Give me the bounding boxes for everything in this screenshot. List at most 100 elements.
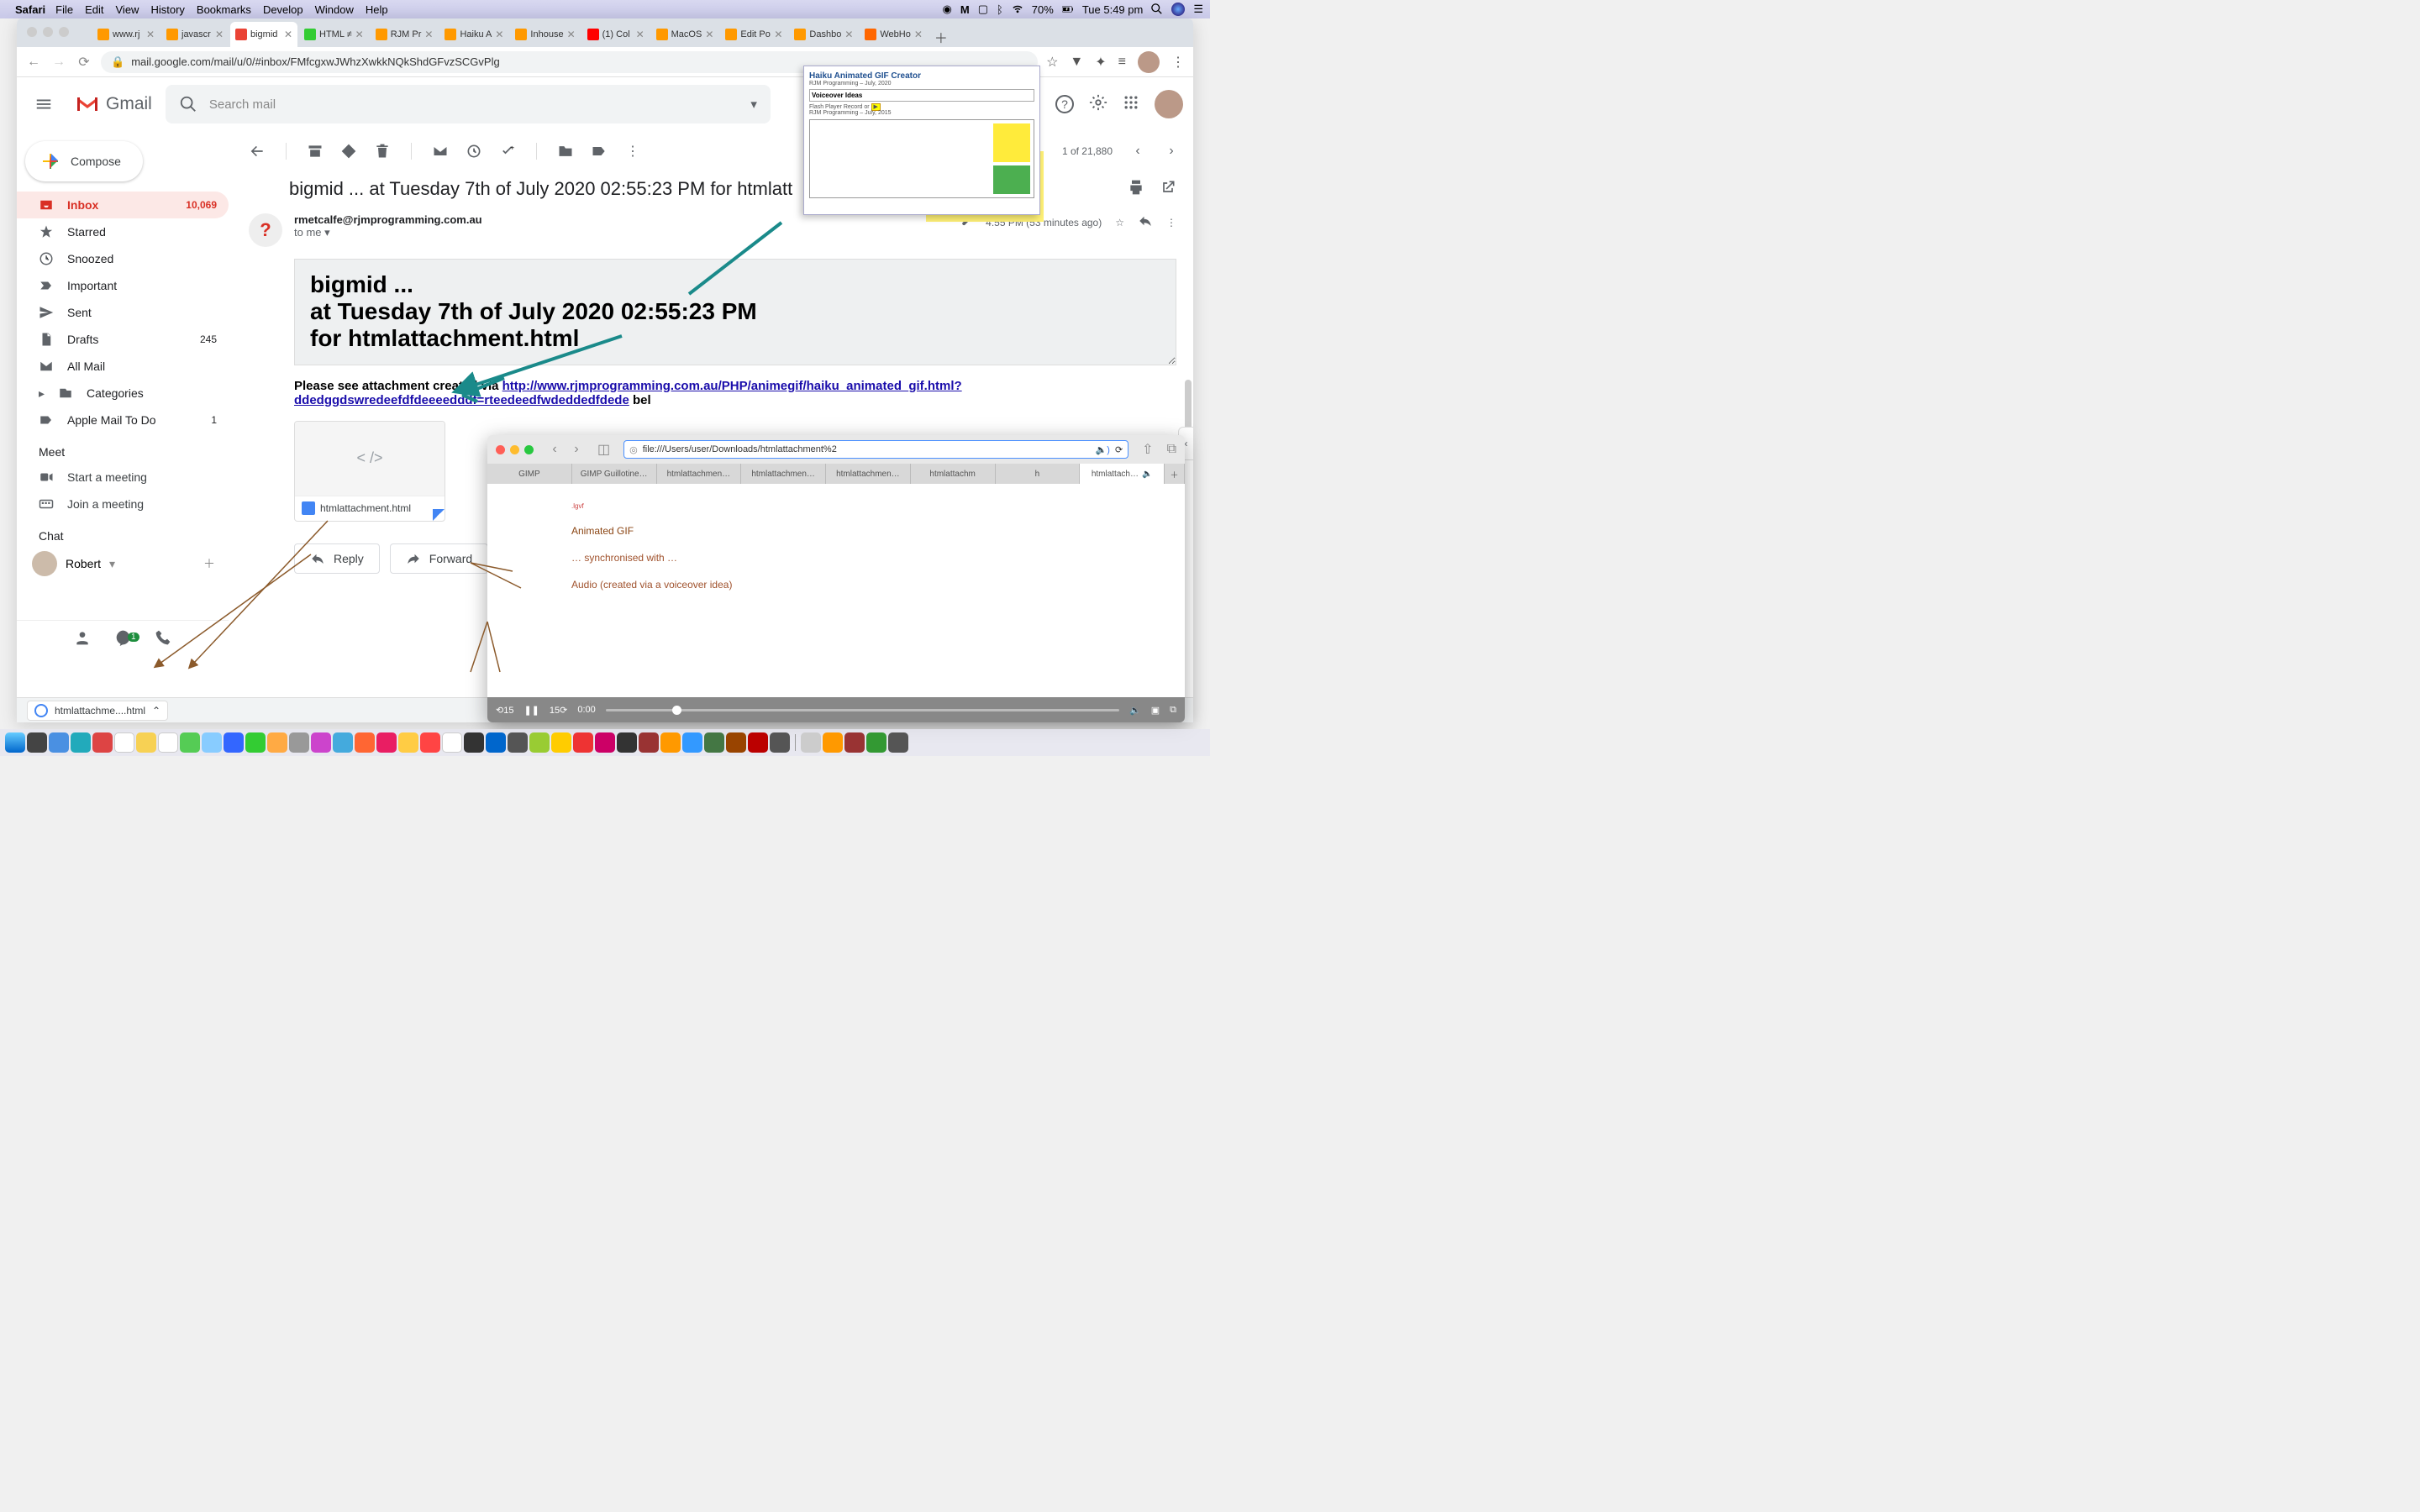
dock-app[interactable] (464, 732, 484, 753)
dock-app[interactable] (726, 732, 746, 753)
dock-app[interactable] (508, 732, 528, 753)
macos-dock[interactable] (0, 729, 1210, 756)
overflow-icon[interactable]: ⋮ (1171, 54, 1185, 71)
tab-active[interactable]: bigmid✕ (230, 22, 297, 47)
menu-edit[interactable]: Edit (85, 3, 103, 16)
reload-icon[interactable]: ⟳ (1115, 444, 1123, 455)
wifi-icon[interactable] (1012, 3, 1023, 15)
meet-start[interactable]: Start a meeting (17, 464, 229, 491)
sidebar-item-label[interactable]: Apple Mail To Do1 (17, 407, 229, 433)
more-icon[interactable]: ⋮ (624, 143, 641, 160)
window-controls[interactable] (27, 27, 69, 37)
profile-avatar[interactable] (1138, 51, 1160, 73)
dock-app[interactable] (595, 732, 615, 753)
dock-app[interactable] (486, 732, 506, 753)
dock-app[interactable] (92, 732, 113, 753)
moveto-icon[interactable] (557, 143, 574, 160)
brave-icon[interactable]: ▼ (1070, 55, 1083, 70)
menu-window[interactable]: Window (315, 3, 354, 16)
label-icon[interactable] (591, 143, 608, 160)
airplay-icon[interactable]: ▣ (1151, 705, 1160, 716)
star-icon[interactable]: ☆ (1115, 217, 1124, 228)
safari-tab[interactable]: h (996, 464, 1081, 484)
dock-app[interactable] (420, 732, 440, 753)
popout-icon[interactable] (1160, 179, 1176, 200)
dock-app[interactable] (682, 732, 702, 753)
dock-app[interactable] (245, 732, 266, 753)
hamburger-icon[interactable] (27, 87, 60, 121)
gmail-logo[interactable]: Gmail (74, 94, 152, 114)
dock-app[interactable] (71, 732, 91, 753)
addtask-icon[interactable]: + (499, 143, 516, 160)
apps-icon[interactable] (1123, 94, 1139, 115)
dock-trash[interactable] (888, 732, 908, 753)
add-chat-icon[interactable]: ＋ (203, 555, 215, 572)
reader-audio-icon[interactable]: 🔈) (1096, 444, 1110, 455)
sidebar-item-drafts[interactable]: Drafts245 (17, 326, 229, 353)
tab[interactable]: (1) Col✕ (582, 22, 650, 47)
dock-app[interactable] (289, 732, 309, 753)
dock-app[interactable] (529, 732, 550, 753)
pause-icon[interactable]: ❚❚ (523, 705, 539, 716)
dock-app-finder[interactable] (5, 732, 25, 753)
search-options-icon[interactable]: ▾ (750, 97, 757, 112)
forward-button[interactable]: → (50, 55, 67, 70)
dock-app[interactable] (442, 732, 462, 753)
safari-url-field[interactable]: ◎ file:///Users/user/Downloads/htmlattac… (623, 440, 1128, 459)
dock-app-safari[interactable] (49, 732, 69, 753)
safari-tab[interactable]: htmlattachm (911, 464, 996, 484)
new-tab-button[interactable]: ＋ (1165, 464, 1185, 484)
next-icon[interactable]: › (1163, 143, 1180, 160)
menu-bookmarks[interactable]: Bookmarks (197, 3, 251, 16)
to-label[interactable]: to me ▾ (294, 226, 482, 239)
menu-history[interactable]: History (150, 3, 184, 16)
tab[interactable]: Dashbo✕ (789, 22, 858, 47)
dock-folder[interactable] (844, 732, 865, 753)
tabs-overview-icon[interactable]: ⧉ (1167, 442, 1176, 457)
settings-icon[interactable] (1089, 93, 1107, 116)
tab[interactable]: javascr✕ (161, 22, 229, 47)
sidebar-item-allmail[interactable]: All Mail (17, 353, 229, 380)
dock-app[interactable] (376, 732, 397, 753)
dock-app[interactable] (114, 732, 134, 753)
sidebar-icon[interactable]: ◫ (597, 441, 610, 458)
markread-icon[interactable] (432, 143, 449, 160)
safari-tab-active[interactable]: htmlattach… 🔈 (1080, 464, 1165, 484)
snooze-icon[interactable] (466, 143, 482, 160)
msg-overflow-icon[interactable]: ⋮ (1166, 217, 1176, 228)
dock-app[interactable] (770, 732, 790, 753)
ffwd-icon[interactable]: 15⟳ (550, 705, 567, 716)
compose-button[interactable]: Compose (25, 141, 143, 181)
tab[interactable]: RJM Pr✕ (371, 22, 439, 47)
reading-list-icon[interactable]: ≡ (1118, 55, 1126, 70)
tab[interactable]: Haiku A✕ (439, 22, 508, 47)
forward-button[interactable]: Forward (390, 543, 488, 574)
dock-app-filezilla[interactable] (748, 732, 768, 753)
sidebar-item-categories[interactable]: ▸ Categories (17, 380, 229, 407)
dock-app[interactable] (224, 732, 244, 753)
safari-tab[interactable]: htmlattachmen… (741, 464, 826, 484)
bluetooth-icon[interactable]: ᛒ (997, 3, 1003, 16)
extensions-icon[interactable]: ✦ (1095, 54, 1106, 71)
person-icon[interactable] (74, 629, 91, 648)
tab[interactable]: Inhouse✕ (510, 22, 580, 47)
prev-icon[interactable]: ‹ (1129, 143, 1146, 160)
display-icon[interactable]: ▢ (978, 3, 988, 16)
archive-icon[interactable] (307, 143, 324, 160)
spotlight-icon[interactable] (1151, 3, 1163, 15)
siri-icon[interactable] (1171, 3, 1185, 16)
dock-app[interactable] (202, 732, 222, 753)
dock-app[interactable] (180, 732, 200, 753)
menu-extras-icon[interactable]: ☰ (1193, 3, 1203, 16)
tab[interactable]: WebHo✕ (860, 22, 928, 47)
account-avatar[interactable] (1155, 90, 1183, 118)
menu-develop[interactable]: Develop (263, 3, 303, 16)
menu-view[interactable]: View (116, 3, 139, 16)
dock-folder[interactable] (801, 732, 821, 753)
forward-button[interactable]: › (567, 442, 586, 457)
dock-app[interactable] (573, 732, 593, 753)
dock-app[interactable] (704, 732, 724, 753)
safari-tab[interactable]: htmlattachmen… (657, 464, 742, 484)
safari-tab[interactable]: GIMP (487, 464, 572, 484)
spam-icon[interactable] (340, 143, 357, 160)
